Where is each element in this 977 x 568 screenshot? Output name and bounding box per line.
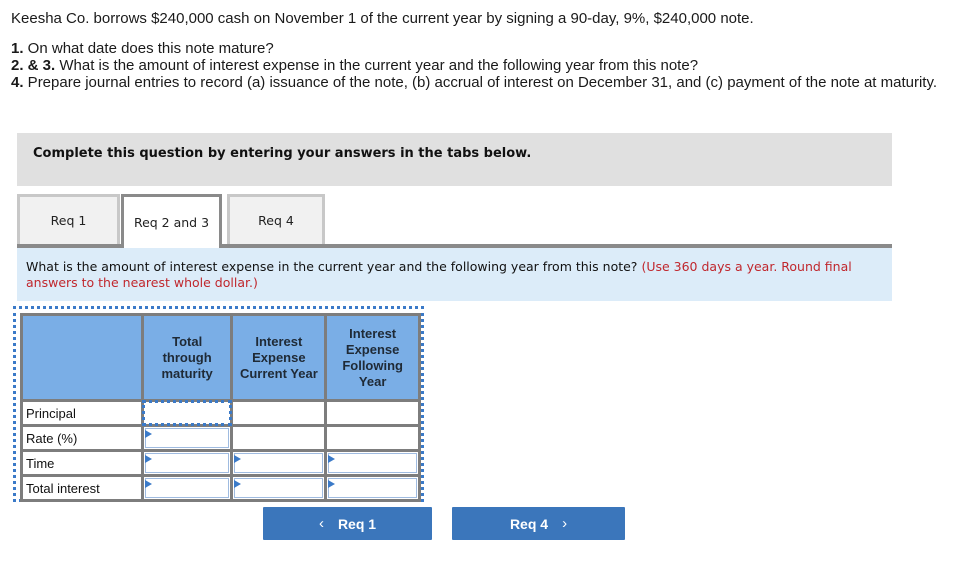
- question-panel: What is the amount of interest expense i…: [17, 248, 892, 301]
- table-row: Total interest: [20, 474, 421, 502]
- total-interest-following-cell[interactable]: [324, 474, 421, 502]
- header-total-through-maturity: Total through maturity: [140, 313, 234, 402]
- time-total-cell[interactable]: [140, 449, 234, 477]
- header-label: Interest Expense Current Year: [239, 333, 318, 381]
- header-row: Total through maturity Interest Expense …: [20, 313, 421, 402]
- total-interest-total-input[interactable]: [144, 478, 230, 498]
- row-label-principal: Principal: [20, 399, 144, 427]
- total-interest-current-input[interactable]: [234, 478, 324, 498]
- item-text: Prepare journal entries to record (a) is…: [23, 74, 938, 91]
- time-total-input[interactable]: [144, 453, 230, 473]
- problem-statement: Keesha Co. borrows $240,000 cash on Nove…: [11, 10, 961, 91]
- header-label: Interest Expense Following Year: [342, 325, 403, 389]
- item-number: 1.: [11, 40, 24, 57]
- time-current-input[interactable]: [234, 453, 324, 473]
- tab-req-2-and-3[interactable]: Req 2 and 3: [121, 194, 222, 248]
- problem-intro: Keesha Co. borrows $240,000 cash on Nove…: [11, 10, 754, 27]
- next-button-label: Req 4: [509, 515, 549, 532]
- header-interest-current-year: Interest Expense Current Year: [230, 313, 328, 402]
- instructions-panel: Complete this question by entering your …: [17, 133, 892, 186]
- rate-following-cell: [324, 424, 421, 452]
- input-marker-icon: [328, 455, 336, 463]
- prev-button-label: Req 1: [337, 515, 377, 532]
- item-text: What is the amount of interest expense i…: [55, 57, 699, 74]
- problem-item-3: 4. Prepare journal entries to record (a)…: [11, 74, 961, 91]
- next-req-4-button[interactable]: Req 4 ›: [452, 507, 625, 540]
- input-marker-icon: [234, 455, 242, 463]
- row-label-total-interest: Total interest: [20, 474, 144, 502]
- item-number: 2. & 3.: [11, 57, 56, 74]
- header-label: Total through maturity: [161, 333, 213, 381]
- input-marker-icon: [144, 455, 152, 463]
- instructions-text: Complete this question by entering your …: [33, 146, 532, 161]
- rate-total-cell[interactable]: [140, 424, 234, 452]
- focused-cell-outline: [141, 400, 233, 426]
- rate-current-cell: [230, 424, 328, 452]
- chevron-right-icon: ›: [562, 515, 568, 532]
- table-row: Time: [20, 449, 421, 477]
- time-current-cell[interactable]: [230, 449, 328, 477]
- item-number: 4.: [11, 74, 24, 91]
- tab-req-1[interactable]: Req 1: [17, 194, 120, 244]
- tab-req-4[interactable]: Req 4: [227, 194, 325, 244]
- principal-following-cell: [324, 399, 421, 427]
- interest-table: Total through maturity Interest Expense …: [20, 313, 421, 502]
- tab-strip: Req 1 Req 2 and 3 Req 4: [17, 194, 892, 248]
- row-label-rate: Rate (%): [20, 424, 144, 452]
- input-marker-icon: [234, 480, 242, 488]
- table-row: Rate (%): [20, 424, 421, 452]
- total-interest-following-input[interactable]: [328, 478, 417, 498]
- time-following-cell[interactable]: [324, 449, 421, 477]
- input-marker-icon: [328, 480, 336, 488]
- problem-item-2: 2. & 3. What is the amount of interest e…: [11, 57, 961, 74]
- answer-grid-focus-frame: Total through maturity Interest Expense …: [13, 306, 424, 502]
- input-marker-icon: [144, 430, 152, 438]
- principal-total-cell[interactable]: [140, 399, 234, 427]
- rate-total-input[interactable]: [144, 428, 230, 448]
- header-interest-following-year: Interest Expense Following Year: [324, 313, 421, 402]
- problem-item-1: 1. On what date does this note mature?: [11, 40, 961, 57]
- input-marker-icon: [144, 480, 152, 488]
- header-blank: [20, 313, 144, 402]
- table-row: Principal: [20, 399, 421, 427]
- total-interest-current-cell[interactable]: [230, 474, 328, 502]
- question-text: What is the amount of interest expense i…: [26, 259, 638, 274]
- prev-req-1-button[interactable]: ‹ Req 1: [263, 507, 432, 540]
- row-label-time: Time: [20, 449, 144, 477]
- time-following-input[interactable]: [328, 453, 417, 473]
- total-interest-total-cell[interactable]: [140, 474, 234, 502]
- chevron-left-icon: ‹: [318, 515, 324, 532]
- principal-current-cell: [230, 399, 328, 427]
- item-text: On what date does this note mature?: [23, 40, 274, 57]
